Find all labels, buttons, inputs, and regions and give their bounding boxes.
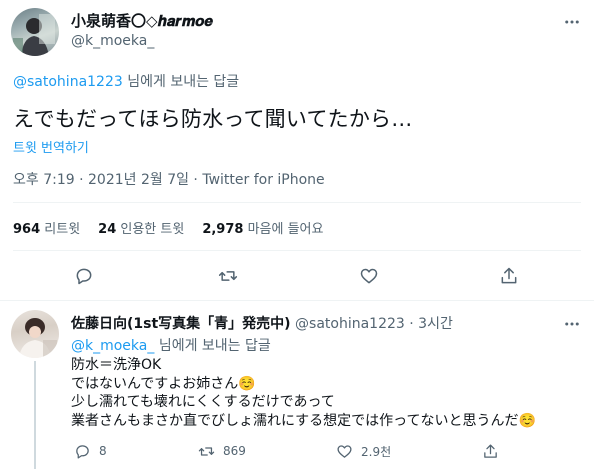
like-icon[interactable] — [336, 443, 353, 460]
reply-text-line: 業者さんもまさか直でびしょ濡れにする想定では作ってないと思うんだ☺️ — [71, 412, 536, 429]
retweet-stat-label: 리트윗 — [40, 222, 81, 237]
reply-time[interactable]: · 3시간 — [409, 316, 453, 332]
divider — [13, 250, 581, 251]
reply-context: @k_moeka_ 님에게 보내는 답글 — [71, 335, 271, 355]
reply-text-line: ではないんですよお姉さん☺️ — [71, 375, 256, 392]
reply-to-label: 님에게 보내는 답글 — [122, 74, 240, 90]
section-divider — [0, 300, 594, 301]
reply-count: 8 — [99, 444, 107, 458]
reply-to-label: 님에게 보내는 답글 — [154, 338, 271, 354]
retweet-stat[interactable]: 964 리트윗 — [13, 218, 80, 237]
thread-line — [34, 361, 36, 469]
retweet-icon[interactable] — [216, 264, 240, 288]
reply-text: 防水＝洗浄OK ではないんですよお姉さん☺️ 少し濡れても壊れにくくするだけであ… — [71, 356, 536, 430]
reply-action-like[interactable]: 2.9천 — [336, 441, 391, 461]
reply-header: 佐藤日向(1st写真集「青」発売中) @satohina1223 · 3시간 — [71, 313, 453, 333]
retweet-icon[interactable] — [198, 443, 215, 460]
reply-action-retweet[interactable]: 869 — [198, 441, 246, 461]
quote-stat[interactable]: 24 인용한 트윗 — [98, 218, 184, 237]
reply-text-line: 少し濡れても壊れにくくするだけであって — [71, 394, 335, 410]
author-avatar[interactable] — [11, 8, 59, 56]
quote-stat-label: 인용한 트윗 — [116, 222, 185, 237]
author-handle[interactable]: @k_moeka_ — [71, 33, 154, 49]
reply-author-handle[interactable]: @satohina1223 — [295, 316, 405, 332]
more-icon[interactable] — [560, 312, 584, 336]
reply-to-link[interactable]: @satohina1223 — [13, 74, 123, 90]
share-icon[interactable] — [480, 441, 500, 461]
like-stat-label: 마음에 들어요 — [243, 222, 324, 237]
share-icon[interactable] — [497, 264, 521, 288]
reply-author-display-name[interactable]: 佐藤日向(1st写真集「青」発売中) — [71, 316, 291, 332]
reply-like-count: 2.9천 — [361, 444, 392, 459]
reply-retweet-count: 869 — [223, 444, 246, 458]
tweet-timestamp[interactable]: 오후 7:19 · 2021년 2월 7일 · Twitter for iPho… — [13, 169, 325, 189]
like-stat[interactable]: 2,978 마음에 들어요 — [202, 218, 323, 237]
divider — [13, 202, 581, 203]
tweet-text: えでもだってほら防水って聞いてたから… — [13, 107, 413, 131]
reply-action-reply[interactable]: 8 — [74, 441, 107, 461]
tweet-stats: 964 리트윗 24 인용한 트윗 2,978 마음에 들어요 — [13, 218, 323, 237]
reply-icon[interactable] — [74, 443, 91, 460]
more-icon[interactable] — [560, 10, 584, 34]
like-icon[interactable] — [357, 264, 381, 288]
reply-author-avatar[interactable] — [11, 310, 59, 358]
reply-icon[interactable] — [72, 264, 96, 288]
reply-text-line: 防水＝洗浄OK — [71, 357, 162, 373]
translate-link[interactable]: 트윗 번역하기 — [13, 137, 89, 156]
reply-context: @satohina1223 님에게 보내는 답글 — [13, 71, 239, 91]
like-count: 2,978 — [202, 222, 244, 237]
author-display-name[interactable]: 小泉萌香〇◇𝒉𝒂𝒓𝒎𝒐𝒆 — [71, 10, 213, 31]
quote-count: 24 — [98, 222, 117, 237]
reply-to-link[interactable]: @k_moeka_ — [71, 338, 154, 354]
retweet-count: 964 — [13, 222, 41, 237]
